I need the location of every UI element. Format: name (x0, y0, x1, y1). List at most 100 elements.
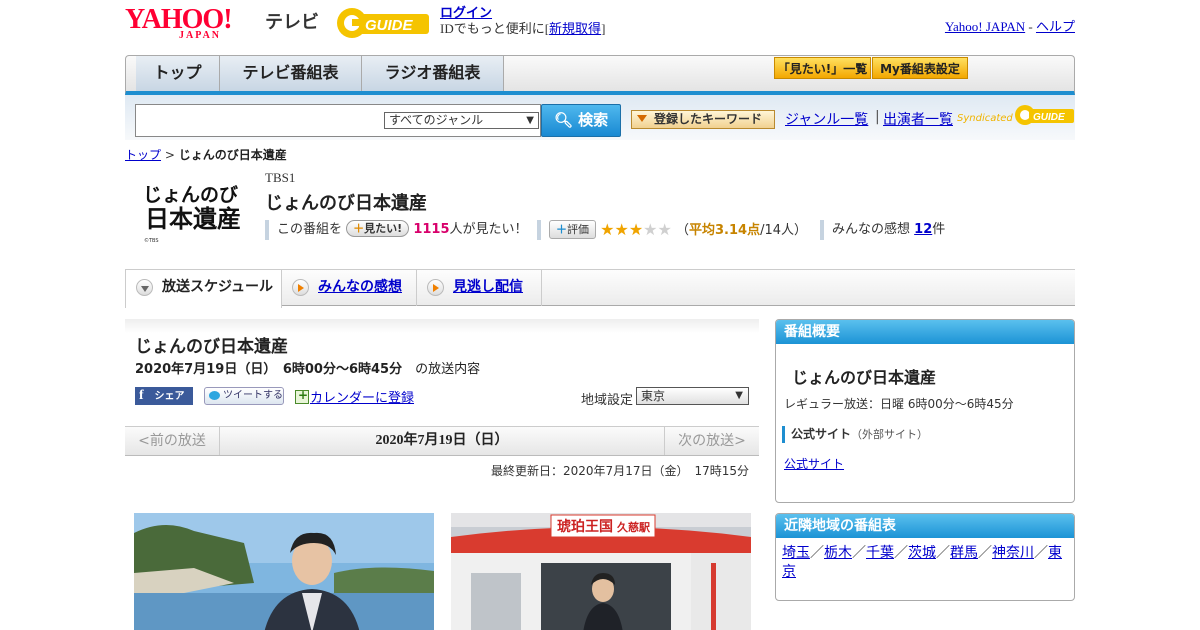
signup-link[interactable]: 新規取得 (549, 21, 601, 36)
stars-filled: ★★★ (600, 220, 644, 239)
keyword-button-label: 登録したキーワード (654, 112, 763, 126)
dropdown-arrow-icon: ▼ (735, 390, 743, 401)
region-link-chiba[interactable]: 千葉 (866, 546, 894, 561)
keyword-button[interactable]: 登録したキーワード (631, 110, 775, 129)
avg-count: /14人） (760, 223, 808, 238)
my-schedule-button[interactable]: My番組表設定 (872, 57, 968, 79)
region-link-kanagawa[interactable]: 神奈川 (992, 546, 1034, 561)
yahoo-japan-logo[interactable]: YAHOO! JAPAN (125, 6, 233, 41)
tab-schedule[interactable]: 放送スケジュール (125, 270, 282, 308)
login-prompt: IDでもっと便利に[ (440, 21, 550, 36)
login-link[interactable]: ログイン (440, 5, 492, 20)
tab-radio-schedule[interactable]: ラジオ番組表 (362, 56, 504, 91)
comments-label: みんなの感想 (832, 222, 911, 237)
program-title: じょんのび日本遺産 (265, 193, 427, 214)
rating-button-label: 評価 (567, 223, 589, 236)
star-rating: ★★★★★ (600, 220, 672, 240)
search-button-label: 検索 (578, 111, 609, 129)
search-button[interactable]: 🔍︎ 検索 (541, 104, 621, 137)
comments-count-link[interactable]: 12 (914, 222, 932, 237)
tab-comments[interactable]: みんなの感想 (282, 270, 417, 306)
prev-broadcast[interactable]: <前の放送 (125, 427, 220, 455)
plus-icon: ＋ (353, 222, 365, 235)
breadcrumb: トップ > じょんのび日本遺産 (125, 146, 287, 163)
rating-block: ＋評価 ★★★★★ （平均3.14点/14人） (537, 220, 807, 240)
broadcast-detail: じょんのび日本遺産 2020年7月19日（日） 6時00分～6時45分 の放送内… (125, 319, 759, 630)
dropdown-arrow-icon: ▼ (526, 115, 534, 126)
mitai-button[interactable]: ＋見たい! (346, 220, 410, 237)
tab-schedule-label: 放送スケジュール (162, 279, 274, 295)
official-site-link[interactable]: 公式サイト (784, 455, 844, 472)
syndicated-label: Syndicated (957, 113, 1013, 124)
day-navigation: <前の放送 2020年7月19日（日） 次の放送> (125, 426, 759, 456)
channel-name: TBS1 (265, 170, 296, 185)
twitter-bird-icon (209, 391, 220, 400)
search-bar: すべてのジャンル ▼ 🔍︎ 検索 登録したキーワード ジャンル一覧 | 出演者一… (125, 95, 1075, 140)
region-select[interactable]: 東京 ▼ (636, 387, 749, 405)
calendar-add-icon (295, 388, 309, 404)
region-link-tochigi[interactable]: 栃木 (824, 546, 852, 561)
nearby-regions-box: 近隣地域の番組表 埼玉／栃木／千葉／茨城／群馬／神奈川／東京 (775, 513, 1075, 601)
genre-selected: すべてのジャンル (389, 113, 484, 127)
sep: ／ (894, 546, 908, 561)
broadcast-date: 2020年7月19日（日） 6時00分～6時45分 の放送内容 (135, 358, 480, 377)
svg-text:じょんのび: じょんのび (143, 184, 238, 206)
tab-top[interactable]: トップ (136, 56, 220, 91)
separator: | (875, 109, 880, 125)
next-broadcast[interactable]: 次の放送> (664, 427, 759, 455)
search-icon: 🔍︎ (553, 111, 573, 129)
program-logo: じょんのび 日本遺産 ©TBS (143, 184, 241, 244)
mitai-button-label: 見たい! (364, 222, 403, 235)
tab-comments-label: みんなの感想 (318, 279, 402, 295)
dash: - (1028, 19, 1033, 34)
header-links: Yahoo! JAPAN - ヘルプ (945, 16, 1075, 35)
mitai-prefix: この番組を (277, 222, 343, 237)
sep: ／ (852, 546, 866, 561)
genre-list-link[interactable]: ジャンル一覧 (785, 109, 868, 129)
calendar-link: カレンダーに登録 (310, 391, 415, 406)
nearby-header: 近隣地域の番組表 (776, 514, 1074, 538)
episode-photo-1[interactable] (134, 513, 434, 630)
tab-tv-schedule[interactable]: テレビ番組表 (220, 56, 362, 91)
region-link-gunma[interactable]: 群馬 (950, 546, 978, 561)
broadcast-title: じょんのび日本遺産 (135, 337, 288, 357)
svg-text:日本遺産: 日本遺産 (145, 204, 241, 233)
site-header: YAHOO! JAPAN テレビ GUIDE ログイン IDでもっと便利に[新規… (125, 0, 1075, 50)
region-link-saitama[interactable]: 埼玉 (782, 546, 810, 561)
region-link-ibaraki[interactable]: 茨城 (908, 546, 936, 561)
sep: ／ (936, 546, 950, 561)
tab-catchup[interactable]: 見逃し配信 (417, 270, 542, 306)
region-label: 地域設定 (581, 393, 634, 408)
yahoo-japan-link[interactable]: Yahoo! JAPAN (945, 19, 1025, 34)
breadcrumb-current: じょんのび日本遺産 (178, 148, 287, 162)
sep: ／ (1034, 546, 1048, 561)
performer-list-link[interactable]: 出演者一覧 (883, 109, 953, 129)
episode-photo-2[interactable]: 琥珀王国 久慈駅 (451, 513, 751, 630)
program-subtabs: 放送スケジュール みんなの感想 見逃し配信 (125, 269, 1075, 308)
broadcast-datetime: 2020年7月19日（日） 6時00分～6時45分 (135, 362, 403, 377)
breadcrumb-top[interactable]: トップ (125, 148, 161, 162)
region-value: 東京 (641, 389, 666, 403)
login-prompt-end: ] (601, 21, 606, 36)
stars-empty: ★★ (643, 220, 672, 239)
gguide-logo[interactable]: GUIDE (335, 6, 431, 40)
help-link[interactable]: ヘルプ (1036, 19, 1075, 34)
rating-button[interactable]: ＋評価 (549, 220, 596, 239)
external-note: （外部サイト） (851, 428, 929, 441)
tweet-label: ツイートする (223, 390, 283, 401)
logo-sub: JAPAN (179, 30, 222, 41)
facebook-share-button[interactable]: f シェア (135, 387, 193, 405)
play-arrow-icon (292, 279, 309, 296)
comments-block: みんなの感想 12件 (820, 220, 945, 240)
tweet-button[interactable]: ツイートする (204, 387, 284, 405)
syndicated-gguide-logo[interactable]: Syndicated GUIDE (957, 101, 1075, 129)
regular-broadcast: レギュラー放送：日曜 6時00分～6時45分 (784, 397, 1014, 411)
share-label: シェア (154, 391, 185, 402)
genre-select[interactable]: すべてのジャンル ▼ (384, 112, 539, 129)
breadcrumb-sep: > (164, 148, 175, 162)
tab-catchup-label: 見逃し配信 (453, 279, 523, 295)
mitai-list-button[interactable]: 「見たい!」一覧 (774, 57, 871, 79)
svg-text:GUIDE: GUIDE (365, 17, 414, 34)
calendar-register[interactable]: カレンダーに登録 (295, 387, 414, 406)
date-suffix: の放送内容 (415, 362, 481, 377)
